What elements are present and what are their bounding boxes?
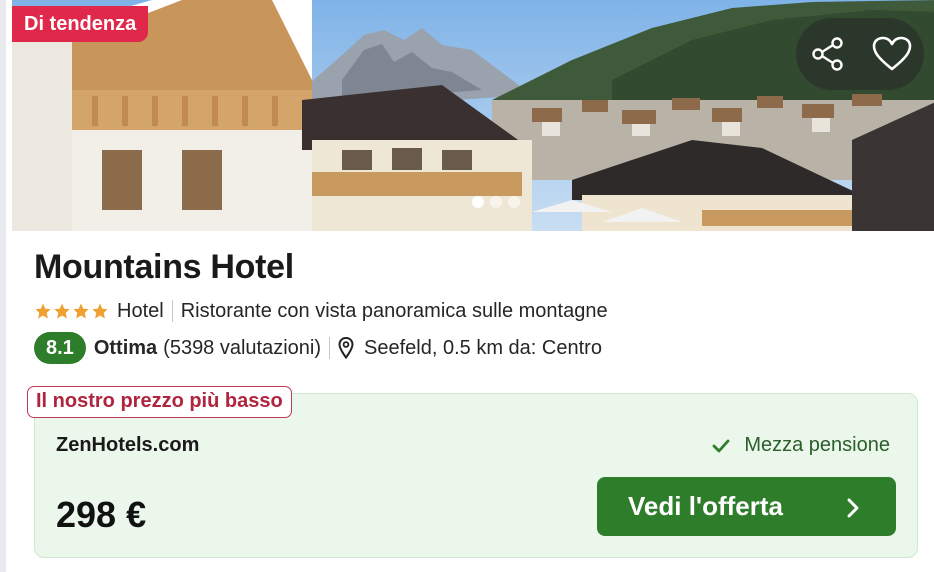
offer-provider: ZenHotels.com [56, 434, 200, 456]
view-offer-button[interactable]: Vedi l'offerta [597, 477, 896, 536]
gallery-dots[interactable] [472, 196, 520, 208]
hotel-card[interactable]: Di tendenza Mountains Hotel Hotel Ristor… [0, 0, 934, 572]
hotel-meta: Hotel Ristorante con vista panoramica su… [34, 298, 608, 324]
meal-plan: Mezza pensione [712, 434, 890, 457]
divider [329, 337, 331, 359]
favorite-button[interactable] [860, 18, 924, 90]
heart-icon [872, 36, 912, 71]
photo-actions [796, 18, 924, 90]
map-pin-icon [338, 337, 354, 359]
hotel-location[interactable]: Seefeld, 0.5 km da: Centro [364, 337, 602, 360]
trending-badge: Di tendenza [12, 6, 149, 42]
view-offer-label: Vedi l'offerta [628, 491, 783, 521]
meal-plan-label: Mezza pensione [744, 434, 890, 456]
hotel-type: Hotel [117, 299, 164, 322]
gallery-dot[interactable] [472, 196, 484, 208]
divider [171, 300, 173, 322]
star-icon [35, 303, 51, 319]
star-icon [92, 303, 108, 319]
hotel-feature: Ristorante con vista panoramica sulle mo… [180, 299, 608, 322]
star-icon [54, 303, 70, 319]
hotel-name[interactable]: Mountains Hotel [34, 248, 294, 287]
chevron-right-icon [846, 495, 860, 526]
review-score-badge[interactable]: 8.1 [34, 332, 86, 364]
gallery-dot[interactable] [508, 196, 520, 208]
share-icon [812, 37, 843, 71]
check-icon [712, 439, 730, 453]
rating-label: Ottima [93, 336, 158, 359]
star-icon [73, 303, 89, 319]
star-rating [34, 302, 109, 320]
offer-price: 298 € [56, 494, 147, 535]
share-button[interactable] [796, 18, 860, 90]
gallery-dot[interactable] [490, 196, 502, 208]
lowest-price-tag: Il nostro prezzo più basso [27, 386, 292, 418]
rating-row: 8.1 Ottima (5398 valutazioni) Seefeld, 0… [34, 331, 602, 365]
review-count[interactable]: (5398 valutazioni) [163, 337, 321, 360]
